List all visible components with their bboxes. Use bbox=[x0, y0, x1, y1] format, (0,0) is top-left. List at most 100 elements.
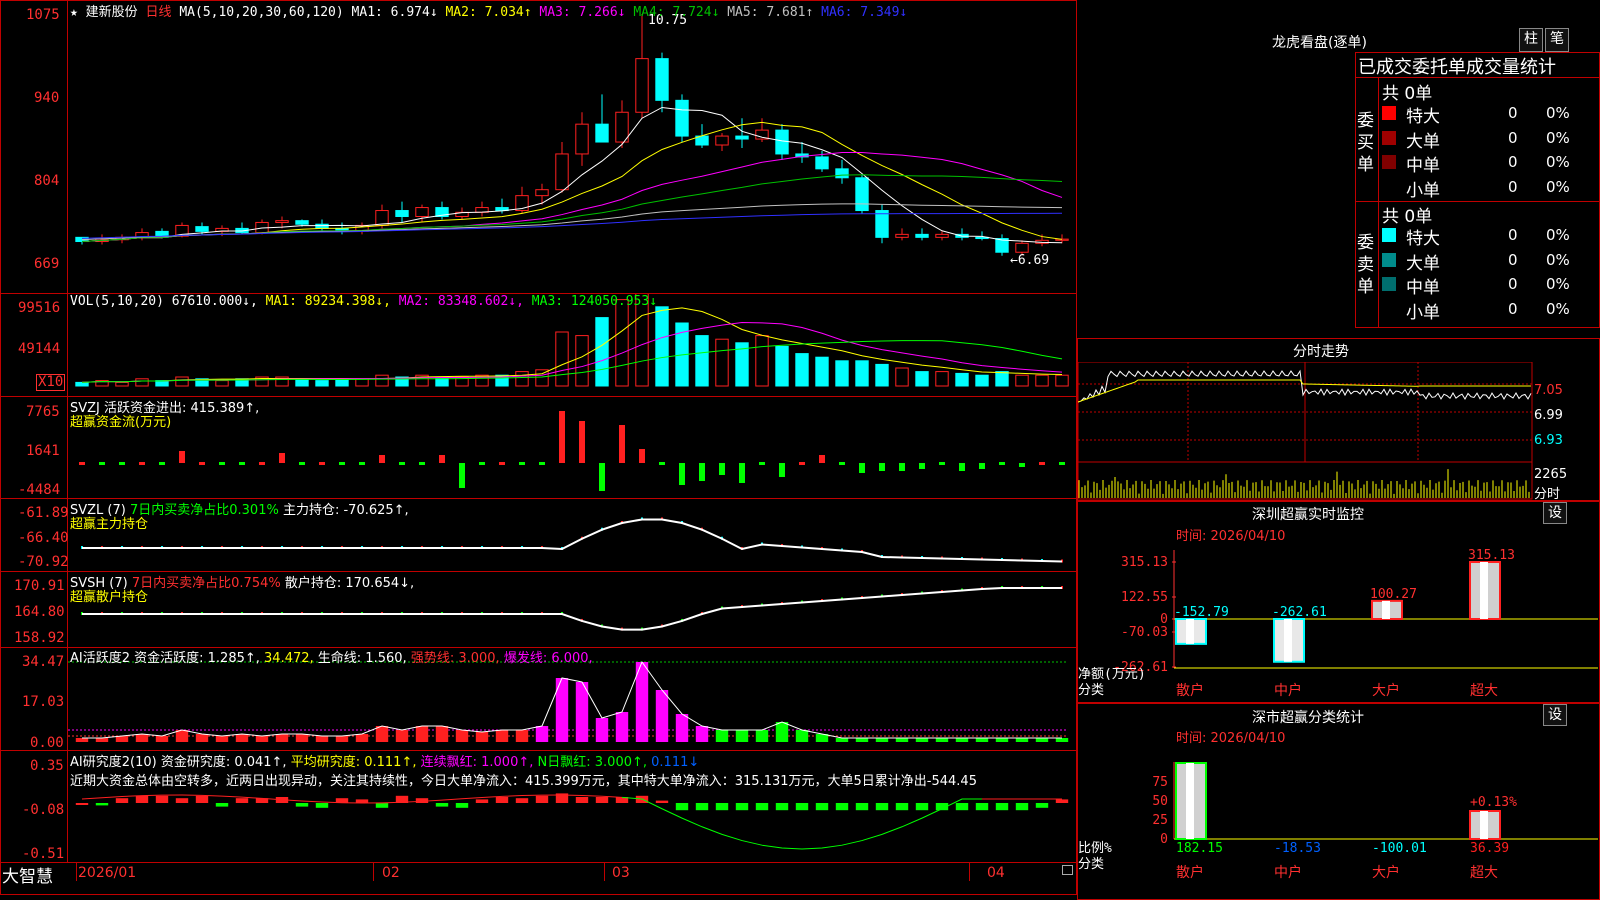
bar-mode-button[interactable]: 柱 bbox=[1519, 28, 1543, 52]
sz-class-chart[interactable]: 75 50 25 0 182.15 散户 -18.53 中户 -100.01 大户 36.39 超大 +… bbox=[1078, 742, 1599, 900]
ai2-comment: 近期大资金总体由空转多，近两日出现异动，关注其持续性，今日大单净流入：415.3… bbox=[70, 774, 977, 789]
volume-bar bbox=[795, 353, 809, 387]
svzj-bar bbox=[559, 411, 565, 463]
svzj-tick bbox=[839, 462, 845, 465]
svzj-tick bbox=[79, 462, 85, 465]
buy-row-count-3: 0 bbox=[1508, 177, 1518, 196]
ai1-bar bbox=[535, 726, 549, 742]
candle-body bbox=[415, 207, 429, 217]
period-label[interactable]: 日线 bbox=[146, 5, 172, 20]
ai1-bar bbox=[995, 738, 1009, 742]
ai2-bar bbox=[375, 803, 389, 808]
ai1-bar bbox=[1035, 738, 1049, 742]
ai1-bar bbox=[735, 730, 749, 742]
ma2-value: MA2: 7.034↑ bbox=[445, 5, 532, 20]
buy-row-pct-0: 0% bbox=[1546, 104, 1570, 122]
szm-value-label: 315.13 bbox=[1468, 548, 1515, 563]
szc-ylabel: 比例% bbox=[1078, 841, 1112, 856]
sell-row-swatch-2 bbox=[1382, 277, 1396, 291]
ai1-bar bbox=[835, 738, 849, 742]
ai2-tick-3: -0.51 bbox=[22, 846, 65, 862]
buy-row-label-1: 大单 bbox=[1406, 131, 1440, 152]
svzj-tick bbox=[759, 462, 765, 465]
candle-body bbox=[935, 233, 949, 238]
ai2-bar bbox=[1015, 803, 1029, 811]
price-chart[interactable]: 10.75←6.69 bbox=[68, 0, 1076, 293]
volume-bar bbox=[975, 374, 989, 387]
volume-bar bbox=[755, 335, 769, 387]
candle-body bbox=[635, 58, 649, 113]
buy-row-pct-2: 0% bbox=[1546, 153, 1570, 171]
sell-row-pct-2: 0% bbox=[1546, 275, 1570, 293]
szc-category-label: 中户 bbox=[1274, 864, 1302, 881]
svzj-tick bbox=[939, 462, 945, 465]
tick-mode-button[interactable]: 笔 bbox=[1545, 28, 1569, 52]
price-tick-3: 804 bbox=[34, 173, 60, 189]
sz-monitor-chart[interactable]: 315.13122.550-70.03-262.61-152.79散户-262.… bbox=[1078, 540, 1599, 702]
candle-body bbox=[195, 226, 209, 232]
ai2-bar bbox=[535, 795, 549, 803]
sell-row-label-1: 大单 bbox=[1406, 253, 1440, 274]
szc-ytick: 50 bbox=[1152, 794, 1168, 809]
candle-body bbox=[615, 111, 629, 143]
ai1-bar bbox=[455, 730, 469, 742]
svzj-bar bbox=[639, 449, 645, 463]
vol-ma1: MA1: 89234.398↓, bbox=[265, 294, 391, 309]
candle-body bbox=[775, 129, 789, 155]
sz-class-settings-button[interactable]: 设 bbox=[1543, 704, 1567, 726]
volume-bar bbox=[695, 335, 709, 387]
svzj-bar bbox=[279, 453, 285, 463]
star-icon[interactable]: ★ bbox=[70, 5, 78, 20]
svzj-tick bbox=[139, 462, 145, 465]
szc-xlabel: 分类 bbox=[1078, 857, 1104, 872]
szm-ytick: 315.13 bbox=[1121, 555, 1168, 570]
ai1-bar bbox=[215, 736, 229, 742]
ai2-head3: 连续飘红: 1.000↑, bbox=[420, 755, 534, 770]
svzj-tick bbox=[1059, 462, 1065, 465]
volume-bar bbox=[1015, 374, 1029, 387]
ai2-bar bbox=[155, 795, 169, 803]
ai1-bar bbox=[935, 738, 949, 742]
svzj-tick bbox=[359, 462, 365, 465]
volume-bar bbox=[315, 380, 329, 387]
ai2-bar bbox=[795, 803, 809, 811]
ma6-value: MA6: 7.349↓ bbox=[821, 5, 908, 20]
ai2-bar bbox=[455, 803, 469, 808]
intraday-chart[interactable] bbox=[1078, 362, 1599, 500]
volume-bar bbox=[615, 299, 629, 387]
szm-bar-highlight bbox=[1186, 619, 1194, 644]
svzj-tick bbox=[299, 462, 305, 465]
ai1-bar bbox=[235, 734, 249, 742]
candle-body bbox=[655, 58, 669, 101]
szc-ytick: 75 bbox=[1152, 775, 1168, 790]
svzj-bar bbox=[879, 463, 885, 471]
volume-bar bbox=[1055, 374, 1069, 387]
ai1-legend: AI活跃度2 资金活跃度: 1.285↑, 34.472, 生命线: 1.560… bbox=[70, 647, 593, 666]
svzj-bar bbox=[699, 463, 705, 481]
svzj-tick bbox=[339, 462, 345, 465]
svzj-bar bbox=[859, 463, 865, 473]
volume-bar bbox=[815, 356, 829, 387]
sz-monitor-settings-button[interactable]: 设 bbox=[1543, 502, 1567, 524]
ai1-head4: 强势线: 3.000, bbox=[410, 651, 500, 666]
ai2-head4: N日飘红: 3.000↑, bbox=[537, 755, 648, 770]
candle-body bbox=[595, 123, 609, 143]
intraday-tick-3: 6.93 bbox=[1534, 433, 1563, 448]
svzj-tick bbox=[659, 462, 665, 465]
ai1-bar bbox=[855, 738, 869, 742]
svsh-tick-2: 164.80 bbox=[14, 604, 65, 620]
ai2-bar bbox=[115, 798, 129, 803]
buy-row-swatch-2 bbox=[1382, 155, 1396, 169]
volume-chart[interactable] bbox=[68, 294, 1076, 396]
svsh-tick-3: 158.92 bbox=[14, 630, 65, 646]
lock-icon[interactable] bbox=[1062, 865, 1073, 875]
szm-value-label: -152.79 bbox=[1174, 605, 1229, 620]
ai2-bar bbox=[135, 795, 149, 803]
sell-row-pct-3: 0% bbox=[1546, 299, 1570, 318]
ai1-tick-3: 0.00 bbox=[30, 735, 64, 751]
buy-row-label-0: 特大 bbox=[1406, 107, 1440, 127]
svzj-bar bbox=[179, 451, 185, 463]
buy-row-pct-1: 0% bbox=[1546, 128, 1570, 147]
ai2-bar bbox=[215, 803, 229, 807]
ai2-head1: AI研究度2(10) 资金研究度: 0.041↑, bbox=[70, 755, 287, 770]
